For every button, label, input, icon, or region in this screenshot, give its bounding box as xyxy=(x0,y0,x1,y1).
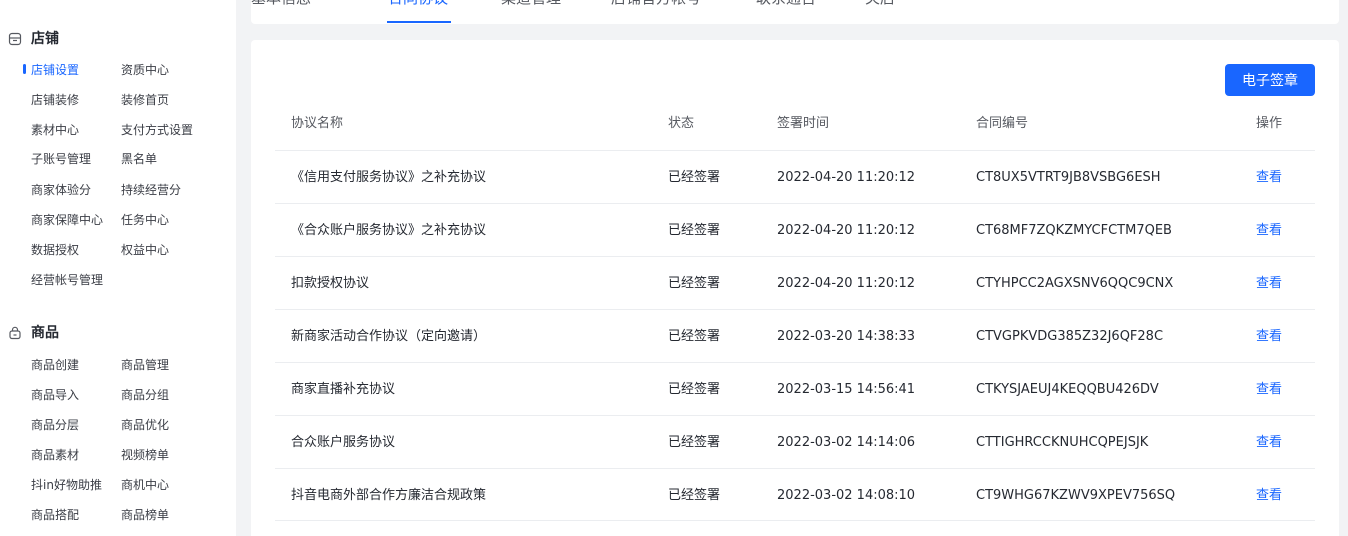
table-row: 新商家活动合作协议（定向邀请） 已经签署 2022-03-20 14:38:33… xyxy=(275,309,1315,362)
sidebar-item-business-accounts[interactable]: 经营帐号管理 xyxy=(31,272,103,288)
sidebar-item-product-materials[interactable]: 商品素材 xyxy=(31,447,79,463)
tab-bar: 基本信息 合同协议 渠道管理 店铺官方帐号 联系通告 关店 xyxy=(251,0,1339,24)
view-link[interactable]: 查看 xyxy=(1256,487,1282,505)
sign-time: 2022-03-20 14:38:33 xyxy=(777,329,916,344)
sidebar-item-materials[interactable]: 素材中心 xyxy=(31,122,79,138)
sign-time: 2022-03-02 14:08:10 xyxy=(777,488,916,503)
sidebar-item-qualification[interactable]: 资质中心 xyxy=(121,62,169,78)
view-link[interactable]: 查看 xyxy=(1256,222,1282,240)
sidebar-item-decoration-home[interactable]: 装修首页 xyxy=(121,92,169,108)
sign-time: 2022-04-20 11:20:12 xyxy=(777,170,916,185)
tab-close-store[interactable]: 关店 xyxy=(865,0,895,8)
table-row: 《合众账户服务协议》之补充协议 已经签署 2022-04-20 11:20:12… xyxy=(275,203,1315,256)
tab-contracts[interactable]: 合同协议 xyxy=(388,0,448,8)
contract-status: 已经签署 xyxy=(668,170,721,185)
contracts-panel: 电子签章 协议名称 状态 签署时间 合同编号 操作 《信用支付服务协议》之补充协… xyxy=(251,40,1339,536)
contract-status: 已经签署 xyxy=(668,435,721,450)
sign-time: 2022-03-02 14:14:06 xyxy=(777,435,916,450)
contract-number: CTKYSJAEUJ4KEQQBU426DV xyxy=(976,382,1159,397)
contract-name: 《信用支付服务协议》之补充协议 xyxy=(291,170,487,185)
sidebar-item-product-ranking[interactable]: 商品榜单 xyxy=(121,507,169,523)
sidebar-item-blacklist[interactable]: 黑名单 xyxy=(121,151,157,167)
sidebar-item-product-create[interactable]: 商品创建 xyxy=(31,357,79,373)
table-row: 《信用支付服务协议》之补充协议 已经签署 2022-04-20 11:20:12… xyxy=(275,150,1315,203)
view-link[interactable]: 查看 xyxy=(1256,169,1282,187)
sidebar-item-task-center[interactable]: 任务中心 xyxy=(121,212,169,228)
contract-number: CT9WHG67KZWV9XPEV756SQ xyxy=(976,488,1176,503)
view-link[interactable]: 查看 xyxy=(1256,275,1282,293)
sidebar-item-experience-score[interactable]: 商家体验分 xyxy=(31,182,91,198)
contract-name: 新商家活动合作协议（定向邀请） xyxy=(291,329,487,344)
contract-status: 已经签署 xyxy=(668,382,721,397)
column-header-action: 操作 xyxy=(1256,116,1283,131)
column-header-time: 签署时间 xyxy=(777,116,830,131)
table-row: 商家直播补充协议 已经签署 2022-03-15 14:56:41 CTKYSJ… xyxy=(275,362,1315,415)
contract-name: 扣款授权协议 xyxy=(291,276,370,291)
sidebar-item-store-settings[interactable]: 店铺设置 xyxy=(31,62,79,78)
sidebar: 店铺 店铺设置 资质中心 店铺装修 装修首页 素材中心 支付方式设置 子账号管理… xyxy=(0,0,236,536)
contract-name: 抖音电商外部合作方廉洁合规政策 xyxy=(291,488,487,503)
e-signature-button[interactable]: 电子签章 xyxy=(1225,64,1315,96)
column-header-contract-no: 合同编号 xyxy=(976,116,1029,131)
contract-name: 合众账户服务协议 xyxy=(291,435,396,450)
tab-official-accounts[interactable]: 店铺官方帐号 xyxy=(611,0,701,8)
sidebar-section-products[interactable]: 商品 xyxy=(8,322,59,342)
sign-time: 2022-04-20 11:20:12 xyxy=(777,276,916,291)
sidebar-item-product-combo[interactable]: 商品搭配 xyxy=(31,507,79,523)
contract-number: CTVGPKVDG385Z32J6QF28C xyxy=(976,329,1164,344)
sidebar-item-benefits[interactable]: 权益中心 xyxy=(121,242,169,258)
view-link[interactable]: 查看 xyxy=(1256,434,1282,452)
active-indicator xyxy=(23,64,26,74)
view-link[interactable]: 查看 xyxy=(1256,328,1282,346)
sidebar-section-store[interactable]: 店铺 xyxy=(8,28,59,48)
contract-number: CTYHPCC2AGXSNV6QQC9CNX xyxy=(976,276,1174,291)
contract-status: 已经签署 xyxy=(668,329,721,344)
sign-time: 2022-04-20 11:20:12 xyxy=(777,223,916,238)
bag-icon xyxy=(8,325,22,340)
column-header-name: 协议名称 xyxy=(291,116,344,131)
sidebar-section-title: 商品 xyxy=(31,325,59,341)
table-row: 扣款授权协议 已经签署 2022-04-20 11:20:12 CTYHPCC2… xyxy=(275,256,1315,309)
tab-channels[interactable]: 渠道管理 xyxy=(501,0,561,8)
contract-number: CTTIGHRCCKNUHCQPEJSJK xyxy=(976,435,1149,450)
sidebar-item-product-tier[interactable]: 商品分层 xyxy=(31,417,79,433)
contract-number: CT8UX5VTRT9JB8VSBG6ESH xyxy=(976,170,1161,185)
column-header-status: 状态 xyxy=(668,116,695,131)
tab-basic-info[interactable]: 基本信息 xyxy=(251,0,311,8)
sidebar-item-data-auth[interactable]: 数据授权 xyxy=(31,242,79,258)
table-row: 抖音电商外部合作方廉洁合规政策 已经签署 2022-03-02 14:08:10… xyxy=(275,468,1315,521)
sidebar-item-product-import[interactable]: 商品导入 xyxy=(31,387,79,403)
sidebar-item-sub-accounts[interactable]: 子账号管理 xyxy=(31,151,91,167)
sidebar-item-boost[interactable]: 抖in好物助推 xyxy=(31,477,102,493)
sidebar-section-title: 店铺 xyxy=(31,31,59,47)
sidebar-item-opportunity-center[interactable]: 商机中心 xyxy=(121,477,169,493)
contract-status: 已经签署 xyxy=(668,276,721,291)
tab-notices[interactable]: 联系通告 xyxy=(756,0,816,8)
view-link[interactable]: 查看 xyxy=(1256,381,1282,399)
sign-time: 2022-03-15 14:56:41 xyxy=(777,382,916,397)
sidebar-item-payment-settings[interactable]: 支付方式设置 xyxy=(121,122,193,138)
contract-name: 商家直播补充协议 xyxy=(291,382,396,397)
contract-name: 《合众账户服务协议》之补充协议 xyxy=(291,223,487,238)
sidebar-item-product-manage[interactable]: 商品管理 xyxy=(121,357,169,373)
sidebar-item-business-score[interactable]: 持续经营分 xyxy=(121,182,181,198)
sidebar-item-product-group[interactable]: 商品分组 xyxy=(121,387,169,403)
contract-status: 已经签署 xyxy=(668,223,721,238)
sidebar-item-product-optimize[interactable]: 商品优化 xyxy=(121,417,169,433)
sidebar-item-decoration[interactable]: 店铺装修 xyxy=(31,92,79,108)
store-icon xyxy=(8,31,22,46)
table-row: 合众账户服务协议 已经签署 2022-03-02 14:14:06 CTTIGH… xyxy=(275,415,1315,468)
sidebar-item-video-ranking[interactable]: 视频榜单 xyxy=(121,447,169,463)
contract-status: 已经签署 xyxy=(668,488,721,503)
sidebar-item-protection-center[interactable]: 商家保障中心 xyxy=(31,212,103,228)
contract-number: CT68MF7ZQKZMYCFCTM7QEB xyxy=(976,223,1172,238)
tab-active-underline xyxy=(387,21,451,23)
